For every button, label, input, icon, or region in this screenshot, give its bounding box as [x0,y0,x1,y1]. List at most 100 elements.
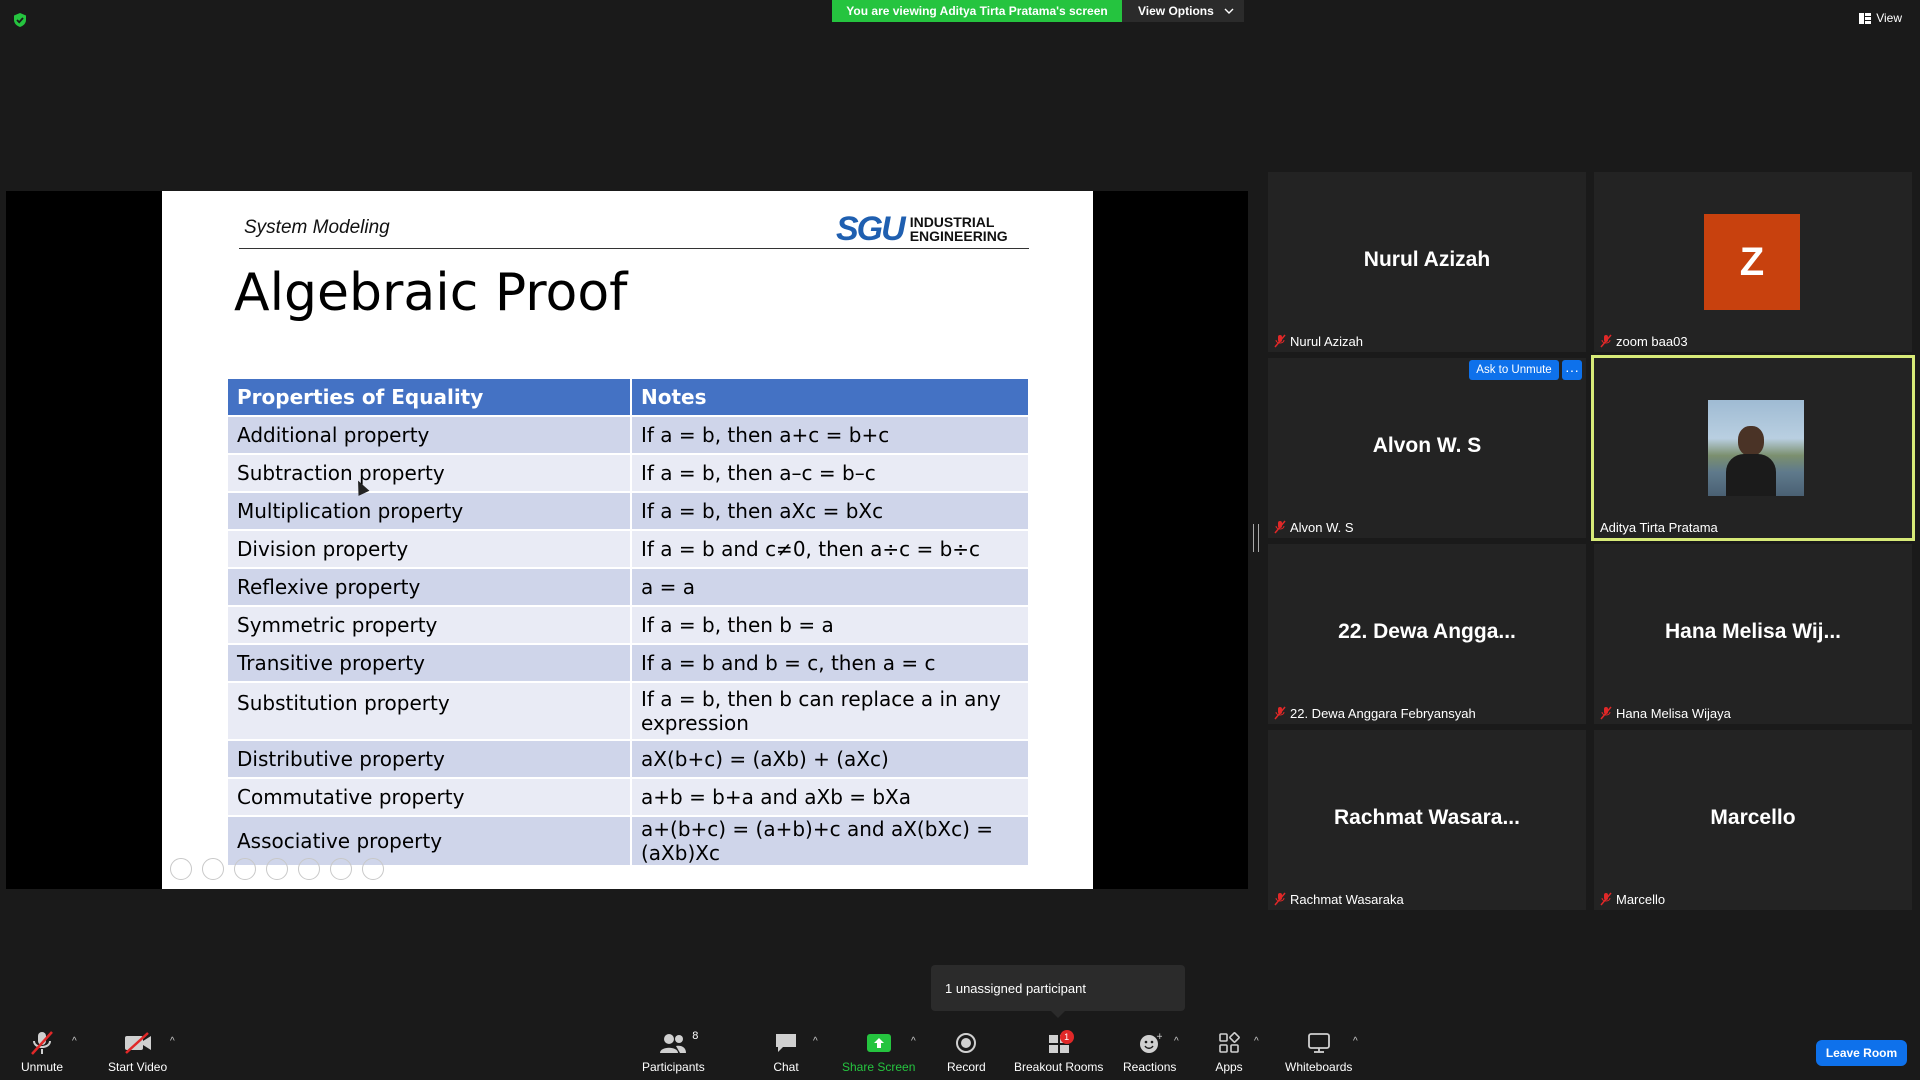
pen-icon[interactable] [234,858,256,880]
slides-icon[interactable] [266,858,288,880]
reactions-label: Reactions [1123,1060,1177,1074]
table-header-notes: Notes [630,377,1030,417]
participant-label: Nurul Azizah [1274,332,1363,350]
reactions-options-caret-icon[interactable]: ^ [1174,1036,1179,1047]
apps-options-caret-icon[interactable]: ^ [1254,1036,1259,1047]
share-screen-icon [866,1034,891,1052]
table-cell-note: a+b = b+a and aXb = bXa [630,777,1030,817]
table-row: Additional property If a = b, then a+c =… [226,415,1030,455]
participant-tile-active-speaker[interactable]: Aditya Tirta Pratama [1591,355,1915,541]
view-layout-button[interactable]: View [1859,8,1902,28]
record-button[interactable]: Record [947,1030,986,1074]
participant-name: 22. Dewa Anggara Febryansyah [1290,705,1476,721]
slide-header-divider [239,248,1029,249]
apps-button[interactable]: Apps [1214,1030,1244,1074]
table-cell-note: If a = b, then aXc = bXc [630,491,1030,531]
participant-label: Marcello [1600,890,1665,908]
start-video-button[interactable]: Start Video [108,1030,167,1074]
participant-label: zoom baa03 [1600,332,1688,350]
table-cell-note: a = a [630,567,1030,607]
breakout-rooms-label: Breakout Rooms [1014,1060,1104,1074]
whiteboards-label: Whiteboards [1285,1060,1353,1074]
subtitles-icon[interactable] [330,858,352,880]
chat-button[interactable]: Chat [771,1030,801,1074]
breakout-rooms-button[interactable]: 1 Breakout Rooms [1014,1030,1103,1074]
table-cell-property: Additional property [226,415,632,455]
svg-text:+: + [1156,1032,1162,1042]
view-grid-icon [1859,12,1872,24]
record-label: Record [947,1060,986,1074]
shield-icon[interactable] [12,12,28,28]
sgu-logo-text: INDUSTRIAL ENGINEERING [910,215,1008,243]
participant-display-name: Marcello [1710,806,1796,829]
properties-table: Properties of Equality Notes Additional … [226,377,1030,867]
table-cell-note: If a = b and b = c, then a = c [630,643,1030,683]
participant-tile[interactable]: Alvon W. S Alvon W. S [1268,358,1586,538]
participant-tile[interactable]: Hana Melisa Wij... Hana Melisa Wijaya [1594,544,1912,724]
table-cell-note: If a = b, then a–c = b–c [630,453,1030,493]
table-row: Symmetric property If a = b, then b = a [226,605,1030,645]
panel-resize-handle[interactable] [1253,524,1259,552]
table-cell-property: Distributive property [226,739,632,779]
reactions-button[interactable]: + Reactions [1123,1030,1176,1074]
table-cell-property: Multiplication property [226,491,632,531]
avatar: Z [1704,214,1800,310]
chevron-down-icon [1224,8,1234,14]
next-slide-icon[interactable] [202,858,224,880]
participant-name: Nurul Azizah [1290,333,1363,349]
table-cell-note: a+(b+c) = (a+b)+c and aX(bXc) = (aXb)Xc [630,815,1030,867]
participant-tile[interactable]: Rachmat Wasara... Rachmat Wasaraka [1268,730,1586,910]
person-head [1738,426,1764,456]
participants-label: Participants [642,1060,705,1074]
zoom-meeting-window: You are viewing Aditya Tirta Pratama's s… [0,0,1920,1080]
participant-tile[interactable]: Z zoom baa03 [1594,172,1912,352]
video-options-caret-icon[interactable]: ^ [170,1036,175,1047]
ask-to-unmute-button[interactable]: Ask to Unmute [1469,360,1559,380]
chat-icon [776,1034,796,1052]
mic-off-icon [1274,892,1286,906]
table-cell-note: If a = b, then b = a [630,605,1030,645]
more-options-icon[interactable] [362,858,384,880]
chat-options-caret-icon[interactable]: ^ [813,1036,818,1047]
share-options-caret-icon[interactable]: ^ [911,1036,916,1047]
participants-icon [660,1034,687,1053]
presentation-slide: System Modeling SGU INDUSTRIAL ENGINEERI… [162,191,1093,889]
table-cell-note: If a = b, then b can replace a in any ex… [630,681,1030,741]
participant-tile[interactable]: Marcello Marcello [1594,730,1912,910]
tile-more-options-button[interactable]: ··· [1562,360,1582,380]
audio-options-caret-icon[interactable]: ^ [72,1036,77,1047]
whiteboards-options-caret-icon[interactable]: ^ [1353,1036,1358,1047]
participant-display-name: Hana Melisa Wij... [1664,620,1842,643]
view-options-button[interactable]: View Options [1122,0,1244,22]
table-row: Substitution property If a = b, then b c… [226,681,1030,741]
share-screen-button[interactable]: Share Screen [842,1030,915,1074]
previous-slide-icon[interactable] [170,858,192,880]
participants-button[interactable]: 8 Participants [642,1030,705,1074]
meeting-toolbar: Unmute ^ Start Video ^ 8 Participants Ch… [0,1022,1920,1080]
whiteboards-button[interactable]: Whiteboards [1285,1030,1352,1074]
participant-tile[interactable]: Nurul Azizah Nurul Azizah [1268,172,1586,352]
mic-off-icon [31,1031,53,1055]
participant-display-name: Alvon W. S [1372,434,1482,457]
participant-name: Hana Melisa Wijaya [1616,705,1731,721]
table-cell-property: Subtraction property [226,453,632,493]
view-label: View [1876,11,1902,25]
table-row: Division property If a = b and c≠0, then… [226,529,1030,569]
person-body [1726,454,1776,496]
participant-tile[interactable]: 22. Dewa Angga... 22. Dewa Anggara Febry… [1268,544,1586,724]
zoom-icon[interactable] [298,858,320,880]
participant-name: Aditya Tirta Pratama [1600,519,1718,535]
table-cell-property: Division property [226,529,632,569]
leave-room-button[interactable]: Leave Room [1816,1040,1907,1066]
participant-label: Rachmat Wasaraka [1274,890,1404,908]
table-cell-note: If a = b, then a+c = b+c [630,415,1030,455]
apps-label: Apps [1215,1060,1243,1074]
slide-title: Algebraic Proof [234,263,628,323]
sgu-logo: SGU INDUSTRIAL ENGINEERING [836,210,1036,248]
table-cell-property: Transitive property [226,643,632,683]
mic-off-icon [1600,334,1612,348]
mic-off-icon [1274,706,1286,720]
record-icon [956,1033,977,1053]
table-cell-property: Commutative property [226,777,632,817]
unmute-button[interactable]: Unmute [21,1030,63,1074]
